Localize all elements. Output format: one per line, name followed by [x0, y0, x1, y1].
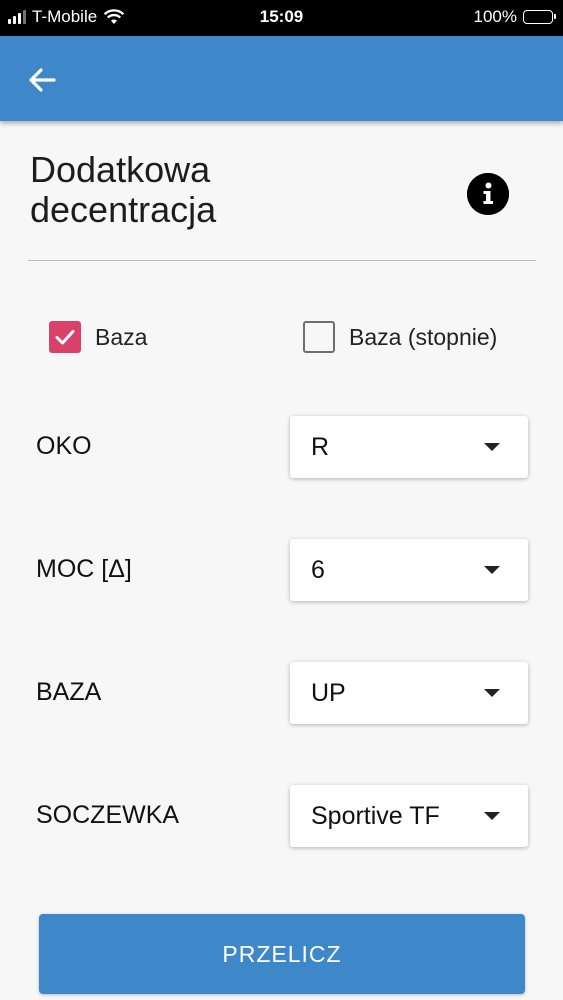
info-button[interactable] [467, 173, 509, 215]
app-bar [0, 36, 563, 121]
info-icon [467, 173, 509, 215]
back-button[interactable] [22, 60, 62, 100]
select-value: UP [311, 679, 346, 707]
caret-down-icon [484, 812, 500, 820]
calculate-button[interactable]: PRZELICZ [39, 914, 525, 994]
field-label-soczewka: SOCZEWKA [36, 801, 180, 829]
select-value: Sportive TF [311, 802, 440, 830]
caret-down-icon [484, 689, 500, 697]
checkbox-baza-stopnie[interactable]: Baza (stopnie) [303, 321, 497, 353]
checkbox-checked-icon[interactable] [49, 321, 81, 353]
title-divider [28, 260, 536, 261]
status-right: 100% [473, 7, 556, 27]
select-baza[interactable]: UP [290, 662, 528, 724]
field-label-moc: MOC [Δ] [36, 555, 132, 583]
checkbox-baza[interactable]: Baza [49, 321, 147, 353]
select-soczewka[interactable]: Sportive TF [290, 785, 528, 847]
caret-down-icon [484, 443, 500, 451]
battery-percent: 100% [473, 7, 517, 26]
caret-down-icon [484, 566, 500, 574]
page-title-line1: Dodatkowa [30, 149, 211, 190]
page-title-line2: decentracja [30, 189, 217, 230]
checkbox-unchecked-icon[interactable] [303, 321, 335, 353]
field-label-baza: BAZA [36, 678, 102, 706]
checkbox-label: Baza [95, 323, 148, 350]
arrow-left-icon [29, 68, 56, 92]
status-bar: T-Mobile 15:09 100% [0, 0, 563, 36]
select-oko[interactable]: R [290, 416, 528, 478]
checkbox-label: Baza (stopnie) [349, 323, 498, 350]
page-title: Dodatkowa decentracja [30, 150, 410, 230]
select-value: 6 [311, 556, 325, 584]
select-moc[interactable]: 6 [290, 539, 528, 601]
battery-icon [523, 10, 556, 24]
field-label-oko: OKO [36, 432, 92, 460]
select-value: R [311, 433, 330, 461]
